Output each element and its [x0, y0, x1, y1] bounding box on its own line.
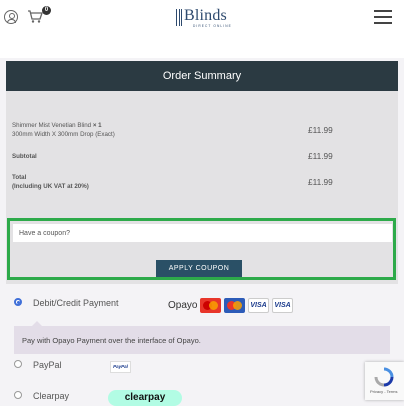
site-logo[interactable]: Blinds DIRECT ONLINE [176, 7, 240, 30]
visa-debit-card-icon: VISA [272, 298, 293, 313]
payment-description-box: Pay with Opayo Payment over the interfac… [14, 326, 390, 354]
visa-card-icon: VISA [248, 298, 269, 313]
coupon-input[interactable] [13, 224, 392, 242]
site-header: 0 Blinds DIRECT ONLINE [0, 0, 404, 58]
apply-coupon-button[interactable]: APPLY COUPON [156, 260, 242, 277]
user-account-icon[interactable] [4, 10, 18, 24]
debit-credit-label[interactable]: Debit/Credit Payment [33, 298, 119, 308]
line-item-dims: 300mm Width X 300mm Drop (Exact) [12, 131, 115, 138]
coupon-section: APPLY COUPON [7, 218, 396, 280]
cart-count-badge: 0 [42, 6, 51, 15]
menu-icon[interactable] [374, 10, 392, 24]
order-summary-title: Order Summary [162, 70, 242, 82]
opayo-logo: Opayo [168, 300, 198, 311]
total-vat-note: (Including UK VAT at 20%) [12, 183, 89, 190]
logo-mark [176, 9, 182, 26]
line-item-qty: × 1 [92, 122, 102, 129]
line-item-name: Shimmer Mist Venetian Blind × 1 [12, 121, 102, 130]
payment-methods: Debit/Credit Payment Opayo VISA VISA Pay… [0, 284, 404, 406]
line-item-title: Shimmer Mist Venetian Blind [12, 122, 92, 129]
payment-description: Pay with Opayo Payment over the interfac… [22, 336, 201, 345]
paypal-label[interactable]: PayPal [33, 360, 62, 370]
line-item-price: £11.99 [308, 125, 333, 135]
mastercard-icon [224, 298, 245, 313]
maestro-card-icon [200, 298, 221, 313]
order-summary-header: Order Summary [6, 61, 398, 91]
clearpay-label[interactable]: Clearpay [33, 391, 69, 401]
paypal-logo: PayPal [110, 361, 131, 373]
logo-subtitle: DIRECT ONLINE [193, 24, 232, 28]
recaptcha-icon [374, 367, 394, 387]
shopping-cart-icon[interactable] [27, 9, 43, 23]
total-value: £11.99 [308, 177, 333, 187]
subtotal-value: £11.99 [308, 151, 333, 161]
clearpay-radio[interactable] [14, 391, 22, 399]
total-label: Total [12, 174, 27, 181]
paypal-radio[interactable] [14, 360, 22, 368]
recaptcha-links[interactable]: Privacy - Terms [370, 389, 397, 394]
debit-credit-radio[interactable] [14, 298, 22, 306]
subtotal-label: Subtotal [12, 153, 37, 160]
recaptcha-badge[interactable]: Privacy - Terms [365, 362, 404, 400]
logo-text: Blinds [184, 7, 227, 24]
